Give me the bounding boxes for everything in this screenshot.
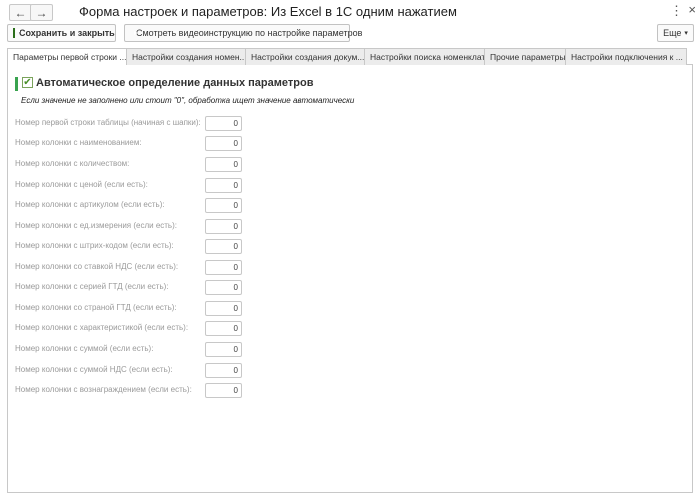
close-icon[interactable]: × [688,2,696,17]
gtd-country-column-input[interactable] [205,301,242,316]
field-label: Номер колонки с ед.измерения (если есть)… [15,221,177,230]
save-and-close-label: Сохранить и закрыть [19,28,115,38]
auto-detect-checkbox[interactable]: ✔ [22,77,33,88]
field-row: Номер колонки с серией ГТД (если есть): [15,280,245,295]
save-and-close-button[interactable]: Сохранить и закрыть [7,24,116,42]
field-row: Номер колонки с штрих-кодом (если есть): [15,239,245,254]
field-label: Номер колонки с суммой НДС (если есть): [15,365,173,374]
arrow-right-icon: → [35,5,48,20]
save-disk-icon [13,28,20,38]
tab-label: Параметры первой строки ... [13,52,127,62]
field-row: Номер колонки с наименованием: [15,136,245,151]
field-row: Номер колонки с характеристикой (если ес… [15,321,245,336]
field-label: Номер колонки с штрих-кодом (если есть): [15,241,174,250]
quantity-column-input[interactable] [205,157,242,172]
watch-video-label: Смотреть видеоинструкцию по настройке па… [136,28,363,38]
field-row: Номер колонки с ценой (если есть): [15,178,245,193]
vat-sum-column-input[interactable] [205,363,242,378]
tab-label: Настройки поиска номенклат... [370,52,485,62]
field-row: Номер колонки с количеством: [15,157,245,172]
tab-item-creation[interactable]: Настройки создания номен... [126,48,246,65]
field-row: Номер колонки с артикулом (если есть): [15,198,245,213]
field-row: Номер колонки с ед.измерения (если есть)… [15,219,245,234]
vat-rate-column-input[interactable] [205,260,242,275]
field-label: Номер колонки с количеством: [15,159,130,168]
auto-detect-hint: Если значение не заполнено или стоит "0"… [21,96,355,105]
field-label: Номер колонки с вознаграждением (если ес… [15,385,192,394]
more-button[interactable]: Еще ▾ [657,24,694,42]
field-row: Номер колонки со страной ГТД (если есть)… [15,301,245,316]
price-column-input[interactable] [205,178,242,193]
tab-item-search[interactable]: Настройки поиска номенклат... [364,48,485,65]
field-label: Номер первой строки таблицы (начиная с ш… [15,118,201,127]
name-column-input[interactable] [205,136,242,151]
gtd-series-column-input[interactable] [205,280,242,295]
more-label: Еще [663,28,682,38]
reward-column-input[interactable] [205,383,242,398]
group-accent-bar [15,77,18,91]
field-row: Номер колонки с вознаграждением (если ес… [15,383,245,398]
more-vertical-icon[interactable]: ⋮ [670,3,683,19]
tab-document-creation[interactable]: Настройки создания докум... [245,48,365,65]
auto-detect-title: Автоматическое определение данных параме… [36,77,314,89]
field-label: Номер колонки с серией ГТД (если есть): [15,282,169,291]
unit-column-input[interactable] [205,219,242,234]
watch-video-button[interactable]: Смотреть видеоинструкцию по настройке па… [124,24,362,42]
field-label: Номер колонки со страной ГТД (если есть)… [15,303,177,312]
tab-label: Настройки подключения к ... [571,52,683,62]
field-label: Номер колонки со ставкой НДС (если есть)… [15,262,179,271]
tab-label: Настройки создания докум... [251,52,365,62]
field-label: Номер колонки с ценой (если есть): [15,180,148,189]
field-row: Номер колонки с суммой (если есть): [15,342,245,357]
field-label: Номер колонки с наименованием: [15,138,142,147]
tab-first-row-params[interactable]: Параметры первой строки ... [7,48,127,66]
field-row: Номер колонки со ставкой НДС (если есть)… [15,260,245,275]
tab-bar: Параметры первой строки ... Настройки со… [7,48,693,66]
sum-column-input[interactable] [205,342,242,357]
tab-label: Прочие параметры [490,52,566,62]
field-row: Номер колонки с суммой НДС (если есть): [15,363,245,378]
article-column-input[interactable] [205,198,242,213]
chevron-down-icon: ▾ [684,30,688,37]
tab-connection-settings[interactable]: Настройки подключения к ... [565,48,687,65]
tab-other-params[interactable]: Прочие параметры [484,48,566,65]
field-label: Номер колонки с характеристикой (если ес… [15,323,189,332]
arrow-left-icon: ← [14,5,27,20]
forward-button[interactable]: → [30,4,53,21]
first-row-input[interactable] [205,116,242,131]
field-row: Номер первой строки таблицы (начиная с ш… [15,116,245,131]
tab-content-panel: ✔ Автоматическое определение данных пара… [7,65,693,493]
tab-label: Настройки создания номен... [132,52,246,62]
window-title: Форма настроек и параметров: Из Excel в … [79,4,457,19]
barcode-column-input[interactable] [205,239,242,254]
back-button[interactable]: ← [9,4,32,21]
field-label: Номер колонки с суммой (если есть): [15,344,154,353]
characteristic-column-input[interactable] [205,321,242,336]
field-label: Номер колонки с артикулом (если есть): [15,200,165,209]
